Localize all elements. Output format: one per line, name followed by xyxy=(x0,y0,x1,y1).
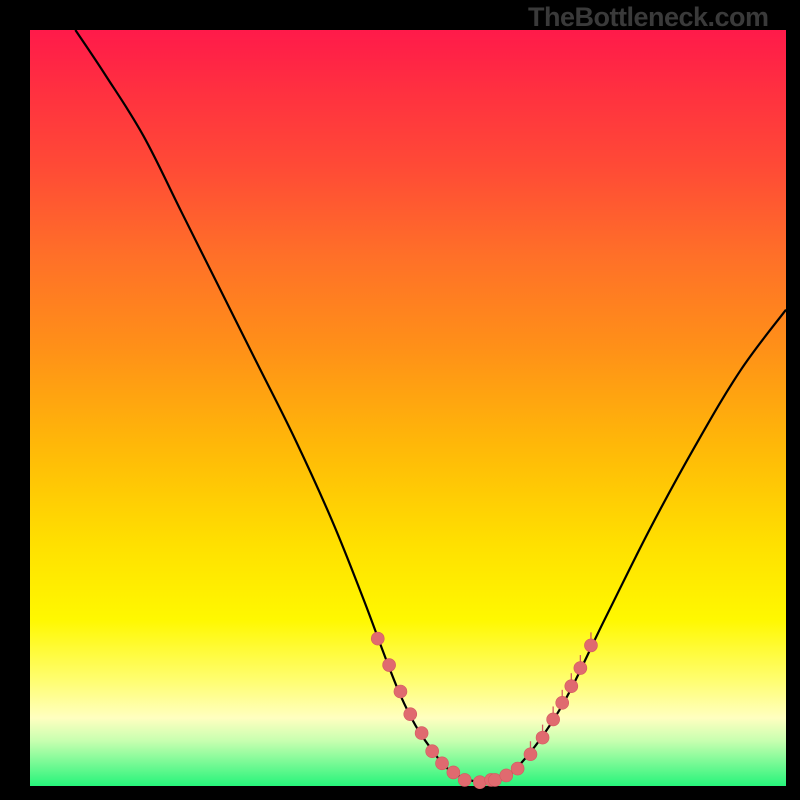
chart-container: TheBottleneck.com xyxy=(0,0,800,800)
watermark-text: TheBottleneck.com xyxy=(528,2,769,33)
plot-gradient-background xyxy=(30,30,786,786)
